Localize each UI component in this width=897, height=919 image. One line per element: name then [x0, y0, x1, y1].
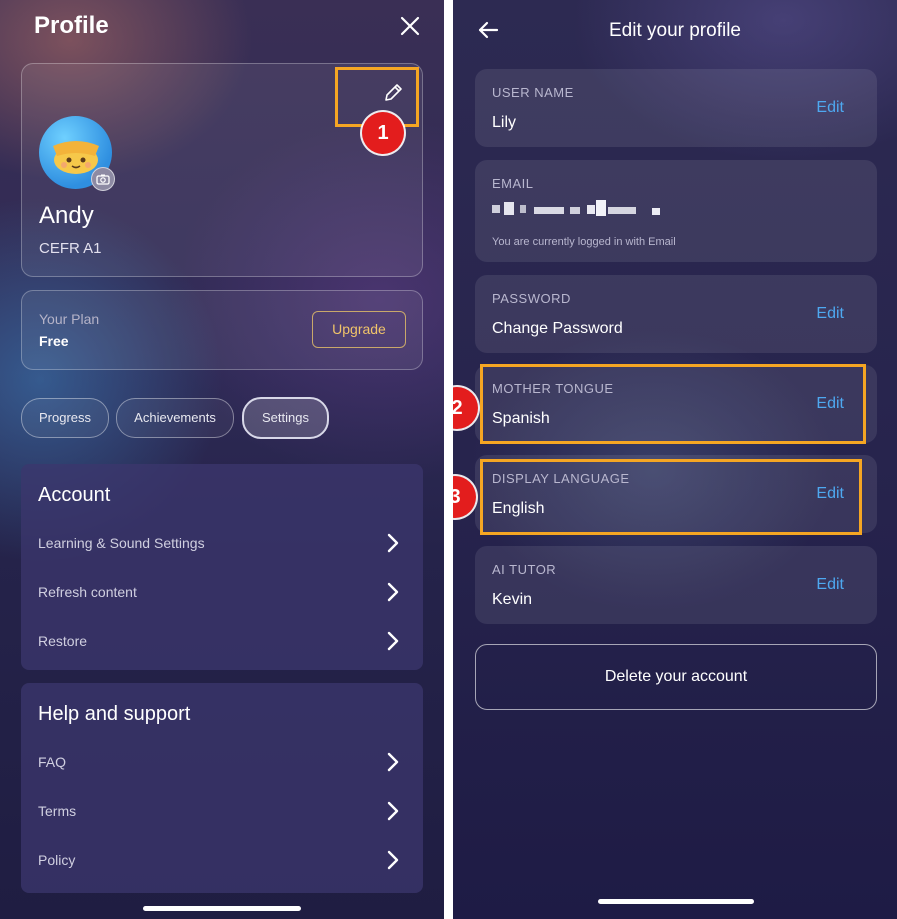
- delete-account-button[interactable]: Delete your account: [475, 644, 877, 710]
- home-indicator: [598, 899, 754, 904]
- chevron-right-icon: [387, 533, 399, 553]
- chevron-right-icon: [387, 801, 399, 821]
- edit-profile-screen: Edit your profile USER NAME Lily Edit EM…: [453, 0, 897, 919]
- settings-row-label: Restore: [38, 633, 88, 649]
- close-icon[interactable]: [400, 16, 420, 36]
- field-label: EMAIL: [492, 176, 534, 191]
- account-section: Account Learning & Sound Settings Refres…: [21, 464, 423, 670]
- settings-row-refresh[interactable]: Refresh content: [21, 577, 423, 607]
- plan-label: Your Plan: [39, 311, 100, 327]
- help-row-label: Terms: [38, 803, 77, 819]
- settings-row-label: Refresh content: [38, 584, 137, 600]
- email-value-redacted: [492, 200, 672, 216]
- chevron-right-icon: [387, 850, 399, 870]
- field-value: Lily: [492, 114, 517, 131]
- field-value: Kevin: [492, 591, 533, 608]
- field-label: PASSWORD: [492, 291, 571, 306]
- page-title: Profile: [34, 12, 109, 39]
- account-heading: Account: [38, 484, 111, 506]
- home-indicator: [143, 906, 301, 911]
- tab-achievements[interactable]: Achievements: [116, 398, 234, 438]
- field-label: USER NAME: [492, 85, 574, 100]
- help-row-faq[interactable]: FAQ: [21, 747, 423, 777]
- field-email: EMAIL You are currently logged in with E…: [475, 160, 877, 262]
- tab-settings[interactable]: Settings: [242, 397, 329, 439]
- chevron-right-icon: [387, 582, 399, 602]
- field-password: PASSWORD Change Password Edit: [475, 275, 877, 353]
- field-value: Change Password: [492, 320, 623, 337]
- chevron-right-icon: [387, 752, 399, 772]
- help-row-label: FAQ: [38, 754, 67, 770]
- edit-ai-tutor-button[interactable]: Edit: [816, 576, 844, 594]
- profile-name: Andy: [39, 202, 94, 229]
- field-user-name: USER NAME Lily Edit: [475, 69, 877, 147]
- upgrade-button[interactable]: Upgrade: [312, 311, 406, 348]
- help-heading: Help and support: [38, 703, 191, 725]
- settings-row-learning-sound[interactable]: Learning & Sound Settings: [21, 528, 423, 558]
- settings-row-label: Learning & Sound Settings: [38, 535, 205, 551]
- plan-value: Free: [39, 333, 69, 349]
- plan-card: Your Plan Free Upgrade: [21, 290, 423, 370]
- profile-level: CEFR A1: [39, 240, 102, 257]
- settings-row-restore[interactable]: Restore: [21, 626, 423, 656]
- highlight-display-language: [480, 459, 862, 535]
- page-title: Edit your profile: [608, 20, 741, 41]
- help-row-policy[interactable]: Policy: [21, 845, 423, 875]
- edit-password-button[interactable]: Edit: [816, 305, 844, 323]
- help-row-label: Policy: [38, 852, 76, 868]
- profile-screen: Profile Andy CEFR A1 Your Plan Free Upgr…: [0, 0, 444, 919]
- email-login-note: You are currently logged in with Email: [492, 236, 676, 248]
- highlight-mother-tongue: [480, 364, 866, 444]
- help-section: Help and support FAQ Terms Policy: [21, 683, 423, 893]
- tab-progress[interactable]: Progress: [21, 398, 109, 438]
- field-label: AI TUTOR: [492, 562, 557, 577]
- edit-user-name-button[interactable]: Edit: [816, 99, 844, 117]
- camera-icon[interactable]: [91, 167, 115, 191]
- step-badge-1: 1: [362, 112, 404, 154]
- field-ai-tutor: AI TUTOR Kevin Edit: [475, 546, 877, 624]
- chevron-right-icon: [387, 631, 399, 651]
- step-badge-3: 3: [453, 476, 476, 518]
- help-row-terms[interactable]: Terms: [21, 796, 423, 826]
